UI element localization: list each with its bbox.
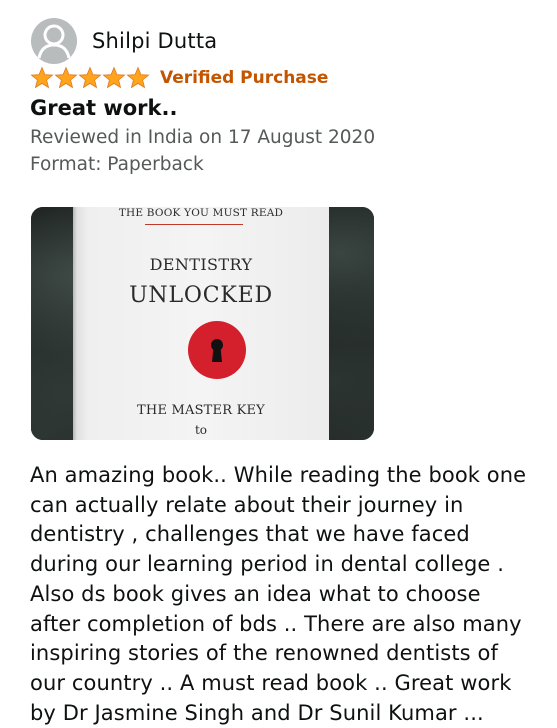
book-title: UNLOCKED — [129, 283, 273, 308]
star-icon — [126, 66, 150, 89]
book-subject: DENTISTRY — [149, 255, 253, 274]
rating-row: Verified Purchase — [30, 66, 328, 90]
keyhole-icon — [187, 320, 247, 384]
review-date: Reviewed in India on 17 August 2020 — [30, 127, 376, 148]
book-rule — [145, 224, 243, 225]
book-cover: THE BOOK YOU MUST READ DENTISTRY UNLOCKE… — [73, 207, 329, 440]
star-icon — [78, 66, 102, 89]
review-title[interactable]: Great work.. — [30, 96, 177, 120]
review-format: Format: Paperback — [30, 154, 204, 175]
review-header: Shilpi Dutta — [31, 18, 217, 64]
star-icon — [54, 66, 78, 89]
book-subtitle-line2: to — [194, 423, 208, 437]
book-tagline: THE BOOK YOU MUST READ — [118, 207, 284, 219]
star-icon — [102, 66, 126, 89]
star-rating[interactable] — [30, 66, 150, 90]
review-card: Shilpi Dutta Verified Purchase Great wor… — [0, 0, 557, 728]
review-body: An amazing book.. While reading the book… — [30, 463, 527, 725]
star-icon — [30, 66, 54, 89]
user-icon[interactable] — [31, 18, 77, 64]
review-photo[interactable]: THE BOOK YOU MUST READ DENTISTRY UNLOCKE… — [31, 207, 374, 440]
verified-purchase-badge: Verified Purchase — [160, 68, 329, 88]
book-subtitle-line1: THE MASTER KEY — [137, 403, 265, 418]
reviewer-name[interactable]: Shilpi Dutta — [92, 29, 217, 53]
